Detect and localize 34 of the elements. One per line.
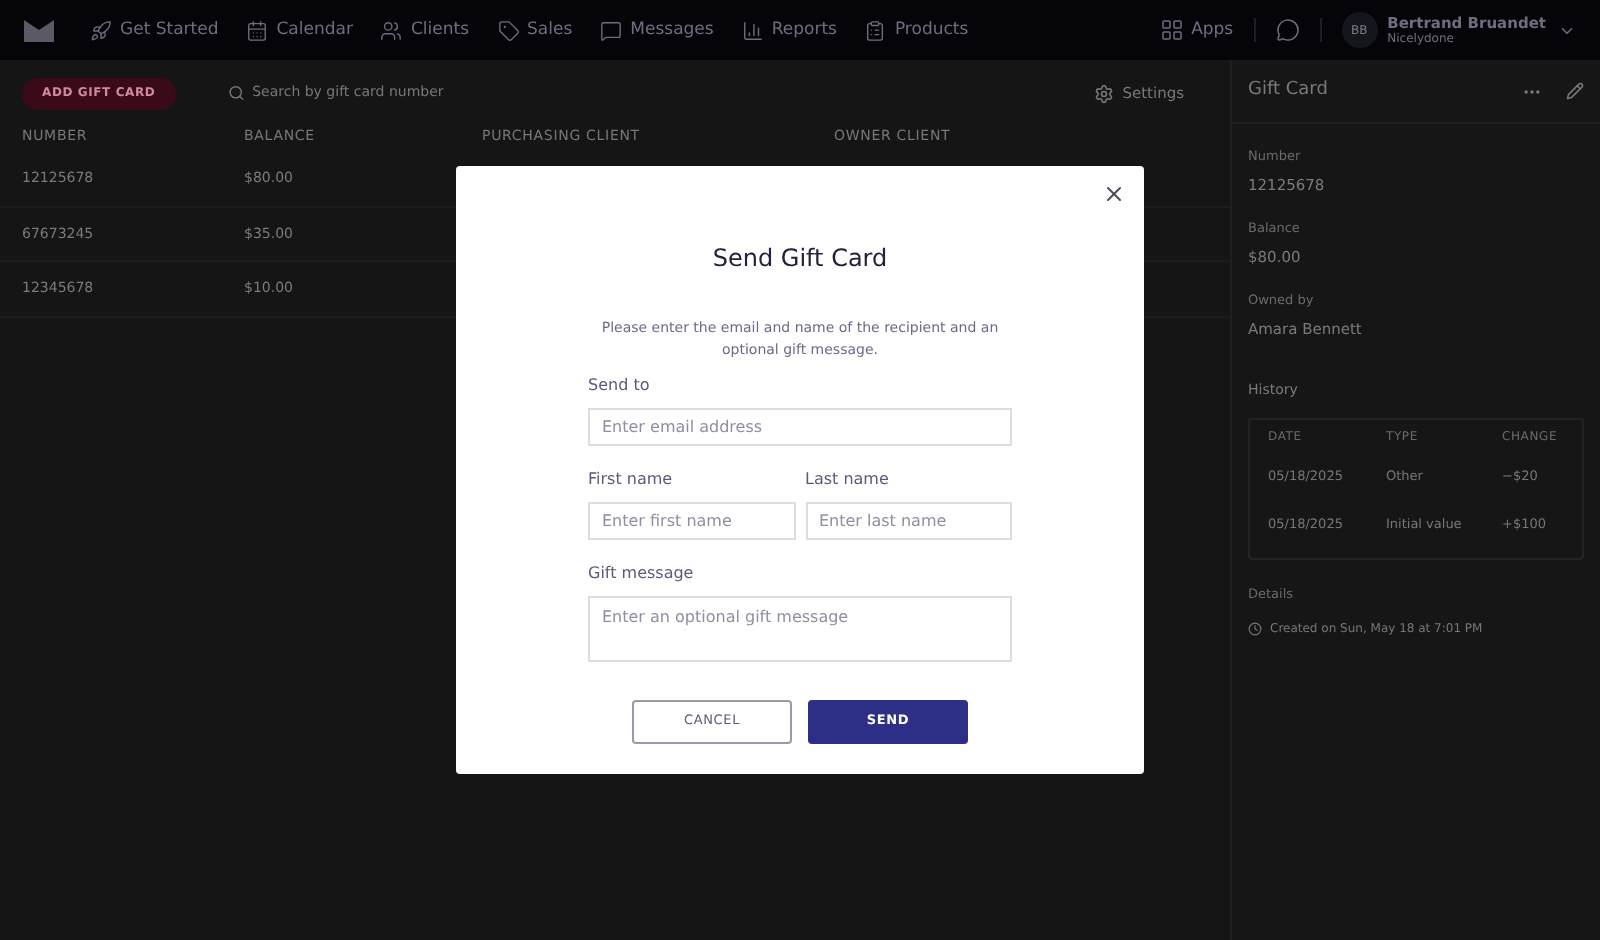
field-label: Gift message bbox=[588, 562, 696, 586]
nav-link[interactable]: Calendar bbox=[246, 17, 353, 43]
bar-chart-icon bbox=[741, 19, 764, 41]
logo-icon bbox=[24, 19, 54, 41]
calendar-icon bbox=[246, 19, 269, 41]
settings-icon bbox=[1094, 83, 1115, 103]
nav-link[interactable]: Products bbox=[864, 17, 969, 43]
input-field[interactable]: Enter last name bbox=[805, 502, 1012, 540]
message-field[interactable]: Enter an optional gift message bbox=[588, 596, 1012, 662]
dialog-title: Send Gift Card bbox=[712, 242, 888, 276]
apps-link[interactable]: Apps bbox=[1159, 17, 1234, 43]
close-icon bbox=[1102, 182, 1126, 206]
search-icon bbox=[227, 84, 245, 102]
field-label: Last name bbox=[805, 468, 891, 492]
tag-icon bbox=[497, 19, 520, 41]
close-button[interactable] bbox=[1102, 182, 1126, 206]
edit-icon[interactable] bbox=[1566, 82, 1584, 100]
clock-icon bbox=[1248, 622, 1262, 637]
input-field[interactable]: Enter first name bbox=[588, 502, 795, 540]
chat-bubble-icon bbox=[600, 19, 623, 41]
nav-link[interactable]: Clients bbox=[380, 17, 470, 43]
field-label: Send to bbox=[588, 374, 652, 398]
users-icon bbox=[380, 19, 403, 41]
nav-link[interactable]: Reports bbox=[741, 17, 837, 43]
clipboard-icon bbox=[864, 19, 887, 41]
panel-title: Gift Card bbox=[1248, 77, 1330, 104]
nav-link[interactable]: Sales bbox=[497, 17, 573, 43]
nav-link[interactable]: Messages bbox=[600, 17, 714, 43]
input-field[interactable]: Enter email address bbox=[588, 408, 1012, 446]
nav-link[interactable]: Get Started bbox=[90, 17, 219, 43]
rocket-icon bbox=[90, 19, 112, 41]
grid-icon bbox=[1159, 18, 1184, 42]
chat-icon[interactable] bbox=[1275, 18, 1300, 42]
field-label: First name bbox=[588, 468, 675, 492]
